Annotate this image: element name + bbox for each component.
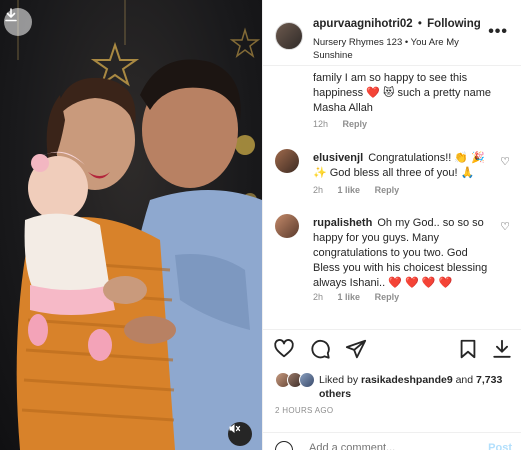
comment-text: elusivenjl Congratulations!! 👏 🎉 ✨ God b…	[313, 151, 493, 181]
liked-by-prefix: Liked by	[319, 374, 359, 386]
likes-summary: Liked by rasikadeshpande9 and 7,733 othe…	[275, 370, 515, 400]
comment-like-heart-icon[interactable]: ♡	[500, 155, 510, 168]
action-bar	[263, 329, 521, 365]
comment-likes[interactable]: 1 like	[338, 185, 361, 195]
photo-download-button[interactable]	[4, 8, 32, 36]
comment-time: 2h	[313, 185, 324, 195]
emoji-icon[interactable]	[275, 441, 293, 450]
comment-body: family I am so happy to see this happine…	[313, 72, 492, 114]
add-comment-input[interactable]	[309, 442, 459, 450]
comment-icon[interactable]	[309, 338, 331, 360]
liked-by-username[interactable]: rasikadeshpande9	[361, 374, 453, 386]
separator-dot: •	[417, 18, 422, 30]
comment-username[interactable]: rupalisheth	[313, 217, 372, 229]
comment-meta: 2h 1 like Reply	[313, 185, 411, 195]
likes-and: and	[455, 374, 474, 386]
author-username[interactable]: apurvaagnihotri02	[313, 18, 413, 30]
post-photo-illustration	[16, 0, 262, 450]
add-comment-row: Post	[263, 432, 521, 450]
reply-button[interactable]: Reply	[375, 292, 400, 302]
reply-button[interactable]: Reply	[375, 185, 400, 195]
avatar[interactable]	[275, 214, 299, 238]
post-comment-button[interactable]: Post	[488, 442, 512, 450]
comment-time: 12h	[313, 119, 329, 129]
following-button[interactable]: Following	[427, 18, 481, 30]
reply-button[interactable]: Reply	[343, 119, 368, 129]
likes-text: Liked by rasikadeshpande9 and 7,733 othe…	[319, 373, 515, 401]
comment-meta: 12h Reply	[313, 119, 379, 129]
post-header: apurvaagnihotri02 • Following Nursery Rh…	[263, 0, 521, 66]
comment-text: family I am so happy to see this happine…	[313, 71, 493, 116]
speaker-muted-icon	[229, 424, 241, 433]
header-user-line: apurvaagnihotri02 • Following	[313, 18, 481, 30]
audio-track-link[interactable]: Nursery Rhymes 123 • You Are My Sunshine	[313, 36, 473, 62]
comment-likes[interactable]: 1 like	[338, 292, 361, 302]
more-horizontal-icon[interactable]: •••	[488, 24, 508, 40]
comments-list[interactable]: family I am so happy to see this happine…	[263, 67, 521, 329]
comment-like-heart-icon[interactable]: ♡	[500, 220, 510, 233]
comment-username[interactable]: elusivenjl	[313, 152, 363, 164]
post-photo[interactable]	[0, 0, 262, 450]
paper-plane-icon[interactable]	[345, 338, 367, 360]
comment-text: rupalisheth Oh my God.. so so so happy f…	[313, 216, 493, 291]
download-icon	[5, 8, 17, 22]
mute-button[interactable]	[228, 422, 252, 446]
post-details-panel: apurvaagnihotri02 • Following Nursery Rh…	[262, 0, 521, 450]
avatar[interactable]	[299, 372, 315, 388]
comment-meta: 2h 1 like Reply	[313, 292, 411, 302]
post-timestamp[interactable]: 2 HOURS AGO	[275, 406, 333, 415]
avatar[interactable]	[275, 22, 303, 50]
bookmark-icon[interactable]	[457, 338, 479, 360]
heart-icon[interactable]	[273, 338, 295, 360]
comment-time: 2h	[313, 292, 324, 302]
download-icon[interactable]	[491, 338, 513, 360]
avatar[interactable]	[275, 149, 299, 173]
